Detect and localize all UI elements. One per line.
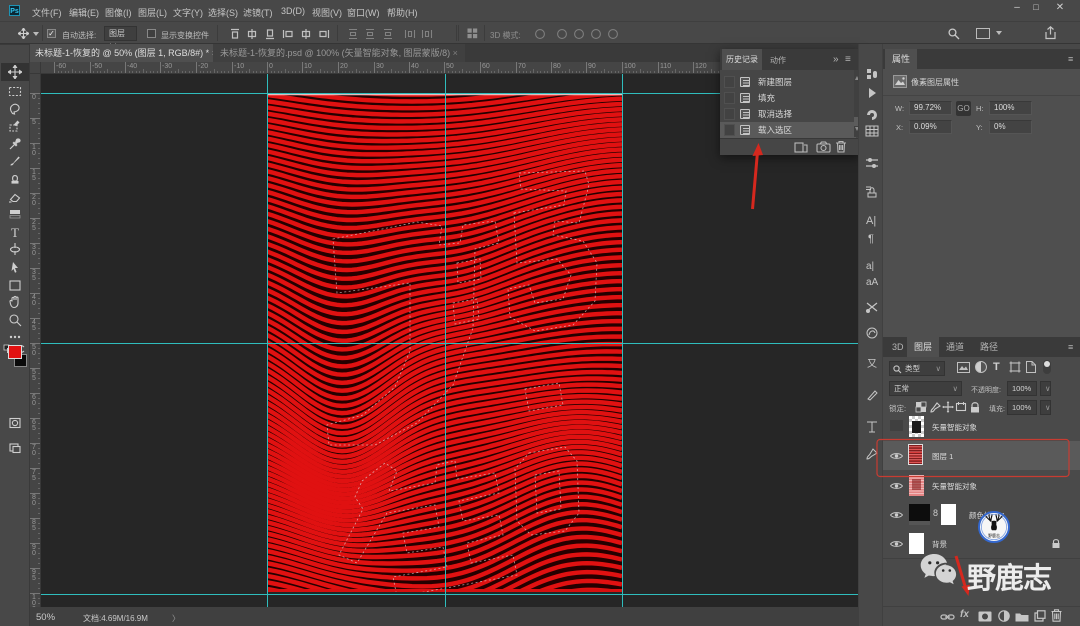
svg-text:野鹿志: 野鹿志 (967, 561, 1052, 595)
svg-text:野鹿志: 野鹿志 (988, 532, 1000, 538)
